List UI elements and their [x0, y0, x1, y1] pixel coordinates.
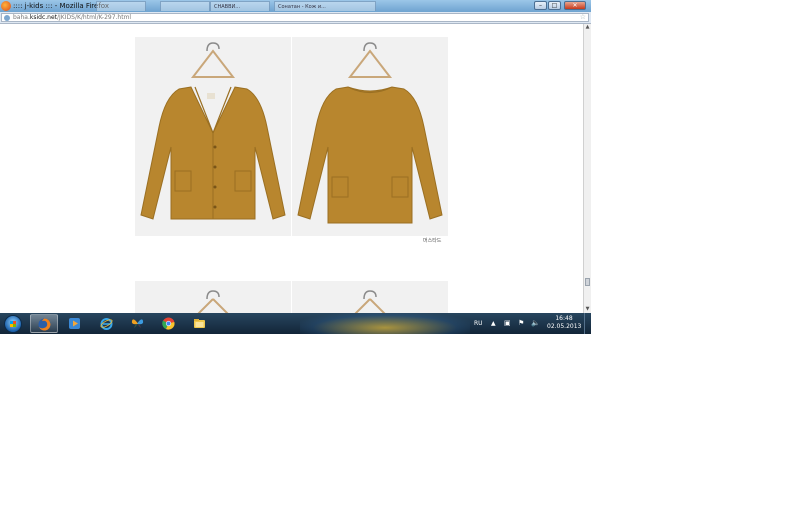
product-photo-2-front[interactable]: [135, 281, 291, 313]
action-center-flag-icon[interactable]: ⚑: [518, 313, 524, 334]
firefox-icon: [1, 1, 11, 11]
butterfly-icon: [131, 319, 144, 328]
internet-explorer-icon: [100, 318, 113, 330]
scrollbar-thumb[interactable]: [585, 278, 590, 286]
folder-icon: [194, 319, 205, 328]
show-hidden-icons-icon[interactable]: ▲: [491, 313, 496, 334]
photo-caption: 머스타드: [423, 238, 442, 244]
vertical-scrollbar[interactable]: ▲ ▼: [583, 24, 591, 313]
url-domain: ksidc.net: [29, 14, 58, 21]
url-text: baha.ksidc.net/JKIDS/K/html/K-297.html: [13, 14, 131, 22]
scroll-up-arrow-icon[interactable]: ▲: [584, 24, 591, 31]
window-title: :::: j-kids ::: - Mozilla Firefox: [13, 2, 110, 10]
firefox-icon: [38, 318, 51, 331]
product-photo-front[interactable]: [135, 37, 291, 236]
window-titlebar: :::: j-kids ::: - Mozilla Firefox СНАВВИ…: [0, 0, 591, 12]
hanger-image: [197, 290, 229, 313]
taskbar-app-butterfly[interactable]: [124, 314, 152, 333]
navigation-bar: baha.ksidc.net/JKIDS/K/html/K-297.html ☆: [0, 12, 591, 24]
product-photo-2-back[interactable]: [292, 281, 448, 313]
cardigan-back-image: [297, 42, 443, 224]
address-bar[interactable]: baha.ksidc.net/JKIDS/K/html/K-297.html ☆: [1, 13, 589, 22]
url-path: /JKIDS/K/html/K-297.html: [57, 14, 132, 21]
taskbar-app-media-player[interactable]: [61, 314, 89, 333]
chrome-icon: [162, 317, 175, 330]
taskbar-glow: [300, 313, 470, 334]
close-button[interactable]: ✕: [564, 1, 586, 10]
bookmark-star-icon[interactable]: ☆: [580, 13, 586, 22]
taskbar: RU ▲ ▣ ⚑ 🔈 16:48 02.05.2013: [0, 313, 591, 334]
scroll-down-arrow-icon[interactable]: ▼: [584, 306, 591, 313]
clock-time: 16:48: [555, 315, 573, 322]
product-photo-back[interactable]: [292, 37, 448, 236]
cardigan-front-image: [140, 42, 286, 220]
show-desktop-button[interactable]: [584, 313, 591, 334]
background-tab[interactable]: СНАВВИ...: [210, 1, 270, 11]
background-tab[interactable]: [96, 1, 146, 11]
taskbar-app-internet-explorer[interactable]: [93, 314, 121, 333]
background-tab[interactable]: [160, 1, 210, 11]
minimize-button[interactable]: –: [534, 1, 547, 10]
screen: :::: j-kids ::: - Mozilla Firefox СНАВВИ…: [0, 0, 591, 334]
taskbar-app-firefox[interactable]: [30, 314, 58, 333]
background-tab[interactable]: Сонатан - Кож и...: [274, 1, 376, 11]
maximize-button[interactable]: □: [548, 1, 561, 10]
taskbar-clock[interactable]: 16:48 02.05.2013: [547, 315, 581, 331]
url-prefix: baha.: [13, 14, 30, 21]
taskbar-app-file-explorer[interactable]: [186, 314, 214, 333]
network-icon[interactable]: ▣: [504, 313, 511, 334]
clock-date: 02.05.2013: [547, 323, 582, 330]
hanger-image: [354, 290, 386, 313]
start-button[interactable]: [4, 315, 22, 333]
taskbar-app-chrome[interactable]: [155, 314, 183, 333]
site-identity-icon[interactable]: [4, 15, 10, 21]
media-player-icon: [69, 318, 80, 329]
windows-logo-icon: [10, 321, 16, 327]
page-content: 머스타드: [0, 24, 583, 313]
volume-icon[interactable]: 🔈: [531, 313, 540, 334]
language-indicator[interactable]: RU: [474, 313, 483, 334]
